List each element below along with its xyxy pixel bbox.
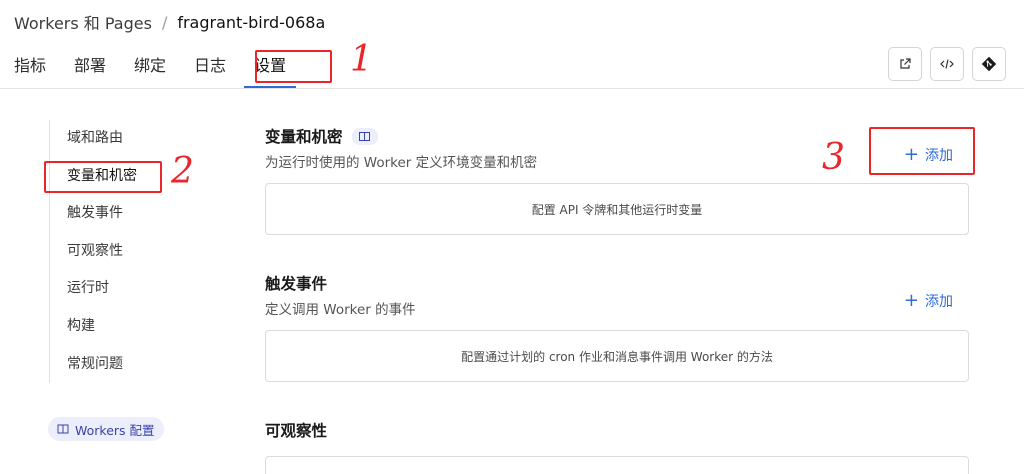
settings-sidebar: 域和路由 变量和机密 触发事件 可观察性 运行时 构建 常规问题	[49, 120, 189, 384]
tab-deployments[interactable]: 部署	[60, 44, 120, 88]
breadcrumb-root[interactable]: Workers 和 Pages	[14, 10, 152, 34]
section-triggers: 触发事件 定义调用 Worker 的事件 + 添加 配置通过计划的 cron 作…	[265, 272, 969, 382]
git-icon	[981, 56, 997, 72]
section-title: 可观察性	[265, 419, 969, 441]
triggers-description: 定义调用 Worker 的事件	[265, 302, 416, 318]
section-observability: 可观察性	[265, 419, 969, 474]
section-title: 变量和机密	[265, 125, 969, 147]
triggers-empty-state[interactable]: 配置通过计划的 cron 作业和消息事件调用 Worker 的方法	[265, 330, 969, 382]
sidebar-item-domains-routes[interactable]: 域和路由	[50, 120, 189, 158]
external-link-button[interactable]	[888, 47, 922, 81]
add-variable-button[interactable]: + 添加	[904, 145, 953, 165]
observability-card	[265, 456, 969, 474]
git-button[interactable]	[972, 47, 1006, 81]
breadcrumb-current: fragrant-bird-068a	[177, 12, 326, 32]
sidebar-item-variables-secrets[interactable]: 变量和机密	[50, 158, 189, 196]
variables-title: 变量和机密	[265, 128, 343, 146]
external-link-icon	[900, 58, 911, 69]
breadcrumb-separator: /	[161, 12, 168, 32]
tab-metrics[interactable]: 指标	[0, 44, 60, 88]
breadcrumb: Workers 和 Pages / fragrant-bird-068a	[14, 10, 325, 34]
code-button[interactable]	[930, 47, 964, 81]
sidebar-item-runtime[interactable]: 运行时	[50, 270, 189, 308]
add-variable-label: 添加	[925, 148, 953, 164]
variables-empty-state[interactable]: 配置 API 令牌和其他运行时变量	[265, 183, 969, 235]
section-variables: 变量和机密 为运行时使用的 Worker 定义环境变量和机密 + 添加 配置 A…	[265, 125, 969, 235]
sidebar-item-faq[interactable]: 常规问题	[50, 346, 189, 384]
triggers-title: 触发事件	[265, 275, 328, 293]
tab-bar: 指标 部署 绑定 日志 设置	[0, 44, 300, 88]
book-icon	[57, 424, 69, 434]
variables-empty-text: 配置 API 令牌和其他运行时变量	[531, 202, 703, 217]
variables-description: 为运行时使用的 Worker 定义环境变量和机密	[265, 155, 538, 171]
triggers-empty-text: 配置通过计划的 cron 作业和消息事件调用 Worker 的方法	[461, 349, 773, 364]
sidebar-item-build[interactable]: 构建	[50, 308, 189, 346]
tab-divider	[0, 88, 1024, 89]
tab-settings[interactable]: 设置	[240, 44, 300, 88]
section-title: 触发事件	[265, 272, 969, 294]
sidebar-item-observability[interactable]: 可观察性	[50, 233, 189, 271]
tab-bindings[interactable]: 绑定	[120, 44, 180, 88]
sidebar-item-triggers[interactable]: 触发事件	[50, 195, 189, 233]
workers-config-label: Workers 配置	[75, 422, 155, 438]
add-trigger-label: 添加	[925, 294, 953, 310]
code-icon	[940, 59, 954, 69]
plus-icon: +	[903, 290, 919, 311]
book-icon	[359, 131, 371, 141]
observability-title: 可观察性	[265, 422, 328, 440]
annotation-number-1: 1	[350, 39, 373, 80]
toolbar	[888, 47, 1006, 81]
workers-config-link[interactable]: Workers 配置	[48, 417, 164, 441]
docs-badge[interactable]	[351, 127, 378, 145]
tab-logs[interactable]: 日志	[180, 44, 240, 88]
add-trigger-button[interactable]: + 添加	[904, 291, 953, 311]
plus-icon: +	[903, 144, 919, 165]
